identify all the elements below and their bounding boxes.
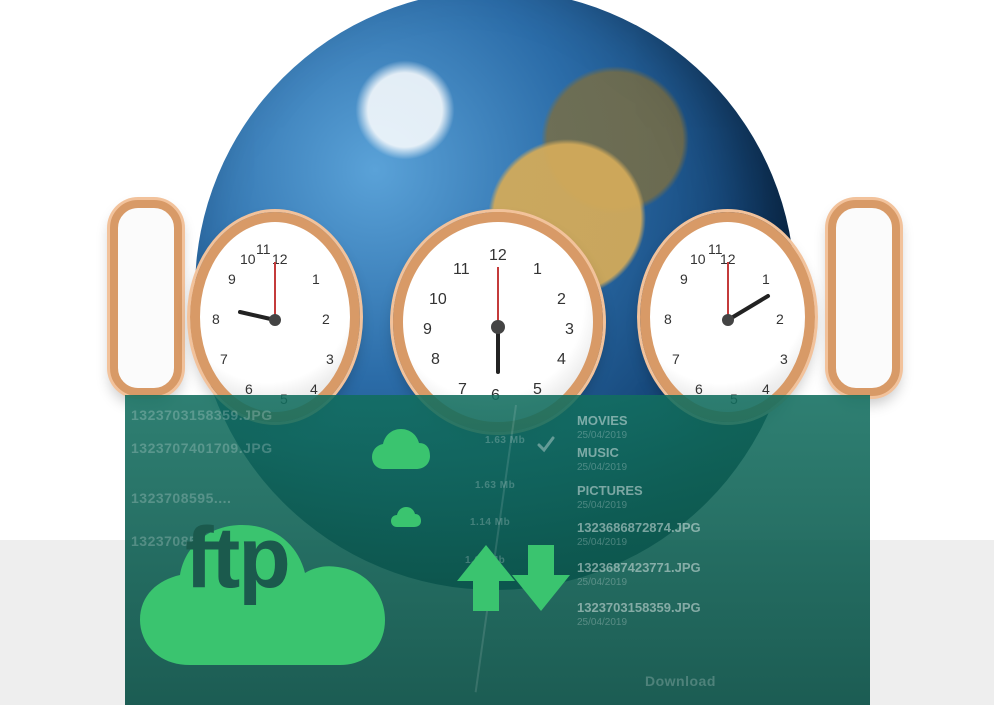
svg-text:2: 2 bbox=[322, 311, 330, 327]
clock-face-icon: 1212 345 678 91011 bbox=[664, 241, 788, 407]
svg-text:8: 8 bbox=[212, 311, 220, 327]
right-item-date: 25/04/2019 bbox=[577, 617, 628, 628]
svg-text:2: 2 bbox=[557, 291, 566, 308]
svg-text:7: 7 bbox=[672, 351, 680, 367]
download-label: Download bbox=[645, 673, 716, 689]
left-file-name: 1323708595.... bbox=[131, 490, 232, 506]
clock-right: 1212 345 678 91011 bbox=[640, 212, 815, 422]
right-item-date: 25/04/2019 bbox=[577, 577, 628, 588]
svg-text:10: 10 bbox=[429, 291, 447, 308]
checkmark-icon bbox=[537, 436, 555, 453]
svg-text:12: 12 bbox=[489, 247, 507, 264]
svg-text:2: 2 bbox=[776, 311, 784, 327]
upload-arrow-icon bbox=[455, 543, 517, 613]
right-item-name: MOVIES bbox=[577, 413, 628, 428]
clock-face-icon: 1212 345 678 91011 bbox=[423, 247, 574, 404]
right-item-date: 25/04/2019 bbox=[577, 462, 628, 473]
right-item-name: PICTURES bbox=[577, 483, 643, 498]
right-item-date: 25/04/2019 bbox=[577, 500, 628, 511]
svg-text:9: 9 bbox=[423, 321, 432, 338]
right-item-name: 1323703158359.JPG bbox=[577, 600, 701, 615]
right-item-date: 25/04/2019 bbox=[577, 430, 628, 441]
cloud-icon bbox=[391, 507, 421, 527]
svg-text:1: 1 bbox=[762, 271, 770, 287]
left-file-name: 1323703158359.JPG bbox=[131, 407, 273, 423]
right-item-date: 25/04/2019 bbox=[577, 537, 628, 548]
clock-left: 1212 345 678 91011 bbox=[190, 212, 360, 422]
svg-text:8: 8 bbox=[431, 351, 440, 368]
right-item-name: 1323686872874.JPG bbox=[577, 520, 701, 535]
svg-text:10: 10 bbox=[240, 251, 256, 267]
left-file-name: 1323707401709.JPG bbox=[131, 440, 273, 456]
svg-text:3: 3 bbox=[780, 351, 788, 367]
left-file-size: 1.63 Mb bbox=[485, 435, 526, 446]
clock-face-icon: 1212 345 678 91011 bbox=[212, 241, 334, 407]
svg-text:11: 11 bbox=[453, 261, 470, 278]
svg-text:1: 1 bbox=[312, 271, 320, 287]
svg-text:11: 11 bbox=[708, 241, 723, 257]
svg-text:7: 7 bbox=[220, 351, 228, 367]
svg-text:11: 11 bbox=[256, 241, 271, 257]
right-item-name: 1323687423771.JPG bbox=[577, 560, 701, 575]
left-side-clock bbox=[110, 200, 182, 396]
svg-text:8: 8 bbox=[664, 311, 672, 327]
left-file-size: 1.14 Mb bbox=[470, 517, 511, 528]
svg-text:1: 1 bbox=[533, 261, 542, 278]
svg-text:10: 10 bbox=[690, 251, 706, 267]
right-item-name: MUSIC bbox=[577, 445, 619, 460]
svg-text:3: 3 bbox=[326, 351, 334, 367]
svg-text:4: 4 bbox=[557, 351, 566, 368]
svg-text:9: 9 bbox=[680, 271, 688, 287]
download-arrow-icon bbox=[510, 543, 572, 613]
right-side-clock bbox=[828, 200, 900, 396]
ftp-panel: 1323703158359.JPG 1.63 Mb 1323707401709.… bbox=[125, 395, 870, 705]
cloud-icon bbox=[372, 429, 430, 469]
ftp-logo-text: ftp bbox=[185, 510, 291, 606]
left-file-size: 1.63 Mb bbox=[475, 480, 516, 491]
svg-text:9: 9 bbox=[228, 271, 236, 287]
svg-text:3: 3 bbox=[565, 321, 574, 338]
